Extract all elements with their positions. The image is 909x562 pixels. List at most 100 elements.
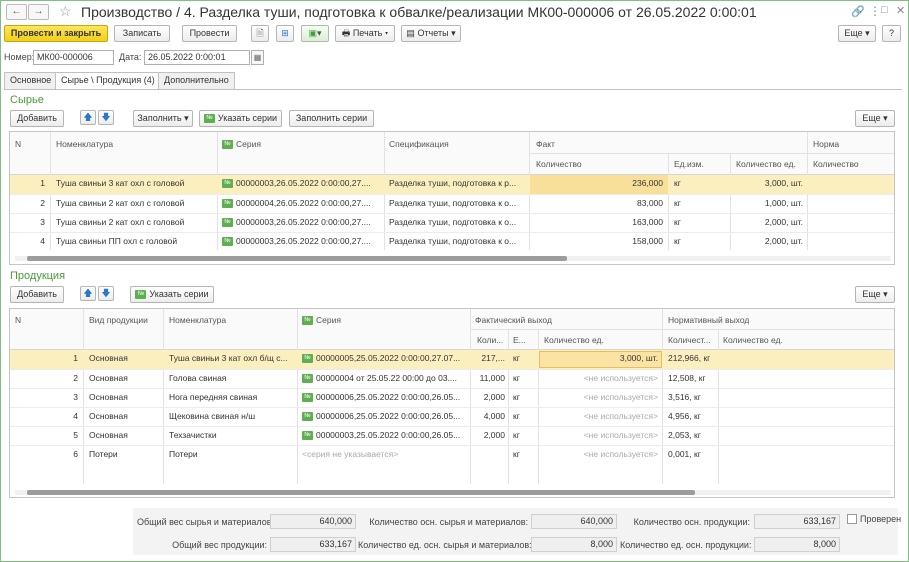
structure-icon[interactable]: ⊞ (276, 25, 294, 42)
move-down-icon[interactable]: 🡇 (98, 110, 114, 125)
row-series[interactable]: № 00000004 от 25.05.22 00:00 до 03.... (302, 373, 468, 384)
row-nomenclature[interactable]: Туша свиньи 2 кат охл с головой (56, 198, 214, 208)
scrollbar-thumb[interactable] (27, 256, 567, 261)
raw-fill-button[interactable]: Заполнить ▾ (133, 110, 193, 127)
col-unit[interactable]: Ед.изм. (674, 159, 704, 169)
table-row[interactable]: 2 Туша свиньи 2 кат охл с головой № 00000… (10, 194, 894, 213)
favorite-star-icon[interactable]: ☆ (59, 3, 72, 20)
row-nomenclature[interactable]: Потери (169, 449, 295, 459)
forward-button[interactable]: → (28, 4, 49, 20)
col-norm-out[interactable]: Нормативный выход (668, 315, 749, 325)
col-fact-qty[interactable]: Количество (536, 159, 582, 169)
col-n[interactable]: N (15, 315, 21, 325)
table-row[interactable]: 1 Основная Туша свиньи 3 кат охл б/щ с..… (10, 350, 894, 369)
row-nomenclature[interactable]: Туша свиньи ПП охл с головой (56, 236, 214, 246)
row-kind[interactable]: Основная (89, 373, 161, 383)
table-row[interactable]: 5 Основная Техзачистки № 00000003,25.05.2… (10, 426, 894, 445)
products-add-button[interactable]: Добавить (10, 286, 64, 303)
more-vert-icon[interactable]: ⋮ (869, 4, 881, 18)
checked-checkbox[interactable] (847, 514, 857, 524)
row-qty[interactable]: 2,000 (472, 392, 505, 402)
col-fact[interactable]: Факт (536, 139, 555, 149)
row-qty[interactable]: 163,000 (532, 217, 663, 227)
row-series[interactable]: № 00000004,26.05.2022 0:00:00,27.... (222, 198, 382, 209)
col-norm-qty[interactable]: Количест... (668, 335, 711, 345)
reports-button[interactable]: ▤ Отчеты ▾ (401, 25, 461, 42)
col-nomenclature[interactable]: Номенклатура (169, 315, 226, 325)
row-unit[interactable]: кг (513, 392, 535, 402)
row-spec[interactable]: Разделка туши, подготовка к о... (389, 217, 527, 227)
row-nomenclature[interactable]: Голова свиная (169, 373, 295, 383)
col-norm[interactable]: Норма (813, 139, 839, 149)
row-series[interactable]: № 00000006,25.05.2022 0:00:00,26.05... (302, 392, 468, 403)
tab-main[interactable]: Основное (4, 72, 58, 89)
link-icon[interactable]: 🔗 (851, 5, 865, 18)
row-qty[interactable]: 217,... (472, 353, 505, 363)
col-fact-qty-units[interactable]: Количество ед. (544, 335, 604, 345)
row-spec[interactable]: Разделка туши, подготовка к р... (389, 178, 527, 188)
col-kind[interactable]: Вид продукции (89, 315, 148, 325)
row-nomenclature[interactable]: Туша свиньи 3 кат охл с головой (56, 178, 214, 188)
post-button[interactable]: Провести (182, 25, 237, 42)
products-more-button[interactable]: Еще ▾ (855, 286, 895, 303)
row-qty-units[interactable]: 1,000, шт. (732, 198, 803, 208)
raw-more-button[interactable]: Еще ▾ (855, 110, 895, 127)
row-unit[interactable]: кг (674, 178, 724, 188)
row-unit[interactable]: кг (513, 353, 535, 363)
row-unit[interactable]: кг (513, 449, 535, 459)
row-kind[interactable]: Основная (89, 392, 161, 402)
row-nomenclature[interactable]: Техзачистки (169, 430, 295, 440)
move-down-icon[interactable]: 🡇 (98, 286, 114, 301)
col-fact-out[interactable]: Фактический выход (475, 315, 552, 325)
table-row[interactable]: 4 Туша свиньи ПП охл с головой № 00000003… (10, 232, 894, 251)
table-row[interactable]: 4 Основная Щековина свиная н/ш № 00000006… (10, 407, 894, 426)
row-unit[interactable]: кг (674, 236, 724, 246)
row-qty[interactable]: 158,000 (532, 236, 663, 246)
row-qty[interactable]: 4,000 (472, 411, 505, 421)
move-up-icon[interactable]: 🡅 (80, 286, 96, 301)
table-row[interactable]: 6 Потери Потери <серия не указывается> к… (10, 445, 894, 464)
number-input[interactable]: МК00-000006 (33, 50, 114, 65)
row-nomenclature[interactable]: Туша свиньи 2 кат охл с головой (56, 217, 214, 227)
raw-horizontal-scrollbar[interactable] (15, 256, 891, 261)
row-series[interactable]: № 00000003,26.05.2022 0:00:00,27.... (222, 178, 382, 189)
row-qty[interactable]: 83,000 (532, 198, 663, 208)
col-fact-qty[interactable]: Коли... (477, 335, 503, 345)
raw-add-button[interactable]: Добавить (10, 110, 64, 127)
row-series[interactable]: № 00000003,26.05.2022 0:00:00,27.... (222, 236, 382, 247)
row-nomenclature[interactable]: Нога передняя свиная (169, 392, 295, 402)
col-norm-qty[interactable]: Количество (813, 159, 859, 169)
close-icon[interactable]: ✕ (896, 4, 905, 17)
back-button[interactable]: ← (6, 4, 27, 20)
row-unit[interactable]: кг (674, 217, 724, 227)
row-series[interactable]: № 00000005,25.05.2022 0:00:00,27.07... (302, 353, 468, 364)
date-input[interactable]: 26.05.2022 0:00:01 (144, 50, 250, 65)
calendar-icon[interactable]: ▦ (251, 50, 264, 65)
tab-additional[interactable]: Дополнительно (158, 72, 235, 89)
row-series[interactable]: № 00000003,25.05.2022 0:00:00,26.05... (302, 430, 468, 441)
row-kind[interactable]: Потери (89, 449, 161, 459)
col-series[interactable]: № Серия (302, 315, 341, 326)
row-kind[interactable]: Основная (89, 353, 161, 363)
row-series[interactable]: № 00000006,25.05.2022 0:00:00,26.05... (302, 411, 468, 422)
row-kind[interactable]: Основная (89, 430, 161, 440)
row-unit[interactable]: кг (674, 198, 724, 208)
table-row[interactable]: 3 Основная Нога передняя свиная № 0000000… (10, 388, 894, 407)
help-button[interactable]: ? (882, 25, 901, 42)
post-and-close-button[interactable]: Провести и закрыть (4, 25, 108, 42)
row-qty-units[interactable]: 3,000, шт. (540, 353, 658, 363)
col-qty-units[interactable]: Количество ед. (736, 159, 796, 169)
row-series[interactable]: № 00000003,26.05.2022 0:00:00,27.... (222, 217, 382, 228)
save-button[interactable]: Записать (114, 25, 170, 42)
products-horizontal-scrollbar[interactable] (15, 490, 891, 495)
row-qty-units[interactable]: 3,000, шт. (732, 178, 803, 188)
table-row[interactable]: 2 Основная Голова свиная № 00000004 от 25… (10, 369, 894, 388)
row-kind[interactable]: Основная (89, 411, 161, 421)
row-nomenclature[interactable]: Туша свиньи 3 кат охл б/щ с... (169, 353, 295, 363)
raw-set-series-button[interactable]: № Указать серии (199, 110, 282, 127)
table-row[interactable]: 1 Туша свиньи 3 кат охл с головой № 00000… (10, 175, 894, 194)
row-unit[interactable]: кг (513, 430, 535, 440)
row-qty-units[interactable]: 2,000, шт. (732, 236, 803, 246)
maximize-icon[interactable]: □ (881, 4, 888, 16)
tab-raw-products[interactable]: Сырье \ Продукция (4) (55, 72, 161, 90)
